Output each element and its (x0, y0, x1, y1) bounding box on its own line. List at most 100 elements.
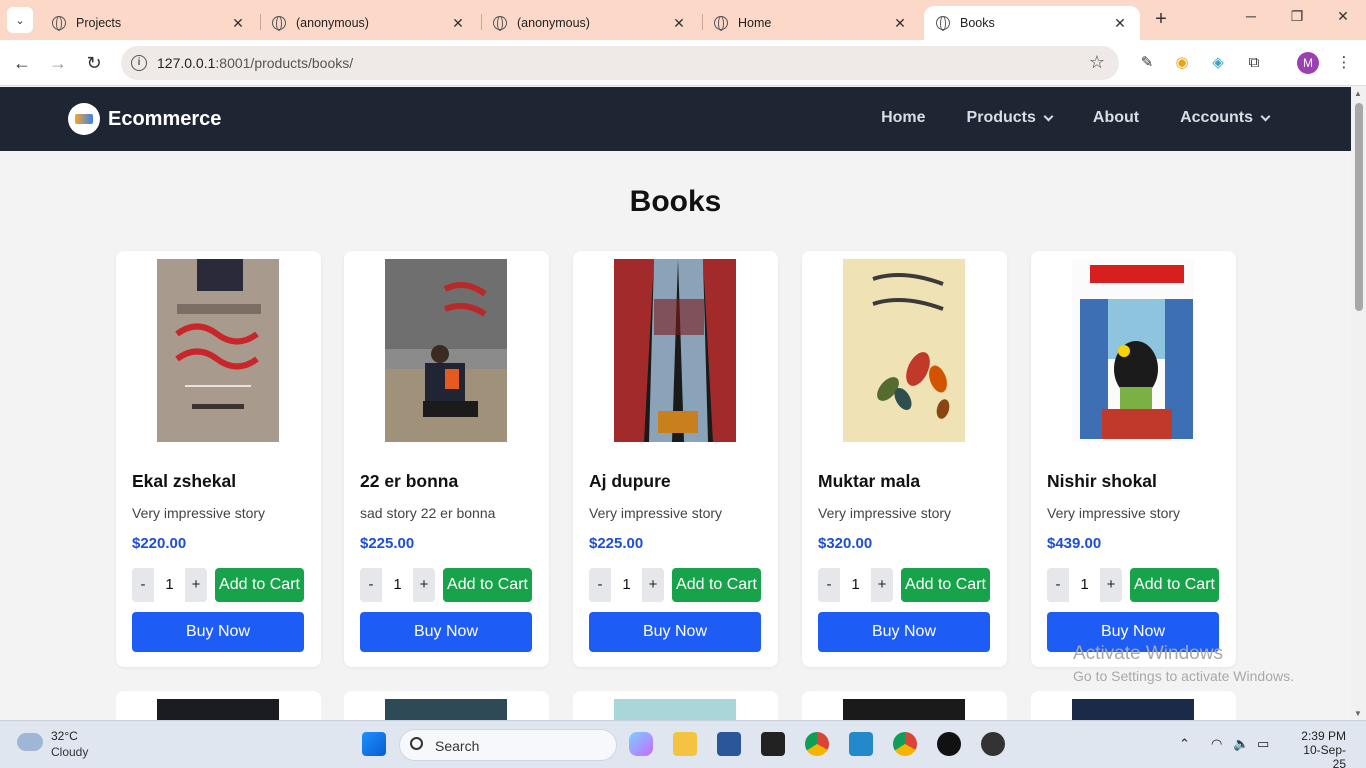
tab-anonymous-2[interactable]: (anonymous) ✕ (481, 6, 699, 40)
site-info-icon[interactable]: i (131, 55, 147, 71)
chrome-profile-icon[interactable] (893, 732, 917, 756)
maximize-button[interactable]: ❐ (1282, 8, 1312, 25)
pen-extension-icon[interactable]: ✎ (1137, 53, 1157, 73)
reload-button[interactable]: ↻ (83, 52, 105, 74)
book-cover-image[interactable] (157, 259, 279, 442)
volume-icon[interactable]: 🔈 (1233, 736, 1249, 752)
buy-now-button[interactable]: Buy Now (589, 612, 761, 652)
back-button[interactable]: ← (11, 52, 33, 74)
address-bar[interactable]: i 127.0.0.1:8001/products/books/ ☆ (121, 46, 1119, 80)
close-tab-icon[interactable]: ✕ (450, 15, 466, 32)
terminal-icon[interactable] (761, 732, 785, 756)
increment-button[interactable]: + (871, 568, 893, 602)
scroll-down-arrow-icon[interactable]: ▼ (1354, 709, 1362, 718)
product-name[interactable]: 22 er bonna (360, 471, 458, 492)
quantity-input[interactable]: 1 (611, 568, 642, 602)
windows-start-icon[interactable] (362, 732, 386, 756)
vpn-extension-icon[interactable]: ◈ (1208, 53, 1228, 73)
word-icon[interactable] (717, 732, 741, 756)
url-text[interactable]: 127.0.0.1:8001/products/books/ (157, 55, 353, 71)
tab-title: Projects (76, 16, 122, 30)
cloud-icon[interactable] (17, 733, 43, 751)
add-to-cart-button[interactable]: Add to Cart (672, 568, 761, 602)
increment-button[interactable]: + (1100, 568, 1122, 602)
decrement-button[interactable]: - (818, 568, 840, 602)
vscode-icon[interactable] (849, 732, 873, 756)
book-cover-image[interactable] (614, 699, 736, 720)
tab-anonymous-1[interactable]: (anonymous) ✕ (260, 6, 478, 40)
weather-temperature[interactable]: 32°C (51, 729, 78, 743)
quantity-input[interactable]: 1 (1069, 568, 1100, 602)
book-cover-image[interactable] (843, 699, 965, 720)
tab-books[interactable]: Books ✕ (924, 6, 1140, 40)
chevron-up-icon[interactable]: ⌃ (1179, 736, 1190, 752)
book-cover-image[interactable] (1072, 699, 1194, 720)
book-cover-image[interactable] (843, 259, 965, 442)
obs-icon[interactable] (981, 732, 1005, 756)
add-to-cart-button[interactable]: Add to Cart (443, 568, 532, 602)
url-path: :8001/products/books/ (215, 55, 354, 71)
product-card-partial (802, 691, 1007, 720)
add-to-cart-button[interactable]: Add to Cart (901, 568, 990, 602)
brand-link[interactable]: Ecommerce (68, 103, 221, 135)
forward-button[interactable]: → (47, 52, 69, 74)
book-cover-image[interactable] (385, 699, 507, 720)
weather-condition[interactable]: Cloudy (51, 745, 88, 759)
page-scrollbar[interactable]: ▲ ▼ (1351, 87, 1366, 720)
quantity-input[interactable]: 1 (382, 568, 413, 602)
close-tab-icon[interactable]: ✕ (1112, 15, 1128, 32)
scrollbar-thumb[interactable] (1355, 103, 1363, 311)
book-cover-image[interactable] (614, 259, 736, 442)
increment-button[interactable]: + (185, 568, 207, 602)
buy-now-button[interactable]: Buy Now (360, 612, 532, 652)
tab-projects[interactable]: Projects ✕ (40, 6, 258, 40)
increment-button[interactable]: + (642, 568, 664, 602)
nav-products-dropdown[interactable]: Products (967, 109, 1054, 127)
extensions-puzzle-icon[interactable]: ⧉ (1244, 53, 1264, 73)
add-to-cart-button[interactable]: Add to Cart (215, 568, 304, 602)
scroll-up-arrow-icon[interactable]: ▲ (1354, 89, 1362, 98)
decrement-button[interactable]: - (360, 568, 382, 602)
file-explorer-icon[interactable] (673, 732, 697, 756)
close-tab-icon[interactable]: ✕ (230, 15, 246, 32)
buy-now-button[interactable]: Buy Now (818, 612, 990, 652)
book-cover-image[interactable] (157, 699, 279, 720)
decrement-button[interactable]: - (132, 568, 154, 602)
quantity-input[interactable]: 1 (154, 568, 185, 602)
product-description: sad story 22 er bonna (360, 505, 496, 521)
close-tab-icon[interactable]: ✕ (671, 15, 687, 32)
nav-home[interactable]: Home (881, 109, 925, 127)
chrome-icon[interactable] (805, 732, 829, 756)
book-cover-image[interactable] (385, 259, 507, 442)
wifi-icon[interactable]: ◠ (1211, 736, 1222, 752)
increment-button[interactable]: + (413, 568, 435, 602)
close-tab-icon[interactable]: ✕ (892, 15, 908, 32)
product-name[interactable]: Nishir shokal (1047, 471, 1157, 492)
product-name[interactable]: Muktar mala (818, 471, 920, 492)
tab-search-button[interactable]: ⌄ (7, 7, 33, 33)
menu-kebab-icon[interactable]: ⋮ (1334, 53, 1354, 73)
book-cover-image[interactable] (1072, 259, 1194, 442)
nav-accounts-dropdown[interactable]: Accounts (1180, 109, 1271, 127)
app-icon[interactable] (937, 732, 961, 756)
quantity-input[interactable]: 1 (840, 568, 871, 602)
decrement-button[interactable]: - (1047, 568, 1069, 602)
system-clock[interactable]: 2:39 PM 10-Sep-25 (1290, 729, 1346, 768)
add-to-cart-button[interactable]: Add to Cart (1130, 568, 1219, 602)
product-name[interactable]: Aj dupure (589, 471, 671, 492)
product-name[interactable]: Ekal zshekal (132, 471, 236, 492)
close-window-button[interactable]: ✕ (1328, 8, 1358, 25)
speed-extension-icon[interactable]: ◉ (1172, 53, 1192, 73)
new-tab-button[interactable]: + (1150, 8, 1172, 30)
tab-home[interactable]: Home ✕ (702, 6, 920, 40)
copilot-icon[interactable] (629, 732, 653, 756)
minimize-button[interactable]: ─ (1236, 8, 1266, 24)
taskbar-search[interactable]: Search (399, 729, 617, 761)
profile-avatar[interactable]: M (1297, 52, 1319, 74)
buy-now-button[interactable]: Buy Now (132, 612, 304, 652)
windows-taskbar: 32°C Cloudy Search ⌃ ◠ 🔈 ▭ 2:39 PM 10-Se… (0, 720, 1366, 768)
nav-about[interactable]: About (1093, 109, 1139, 127)
decrement-button[interactable]: - (589, 568, 611, 602)
battery-icon[interactable]: ▭ (1257, 736, 1269, 752)
bookmark-star-icon[interactable]: ☆ (1089, 52, 1105, 73)
